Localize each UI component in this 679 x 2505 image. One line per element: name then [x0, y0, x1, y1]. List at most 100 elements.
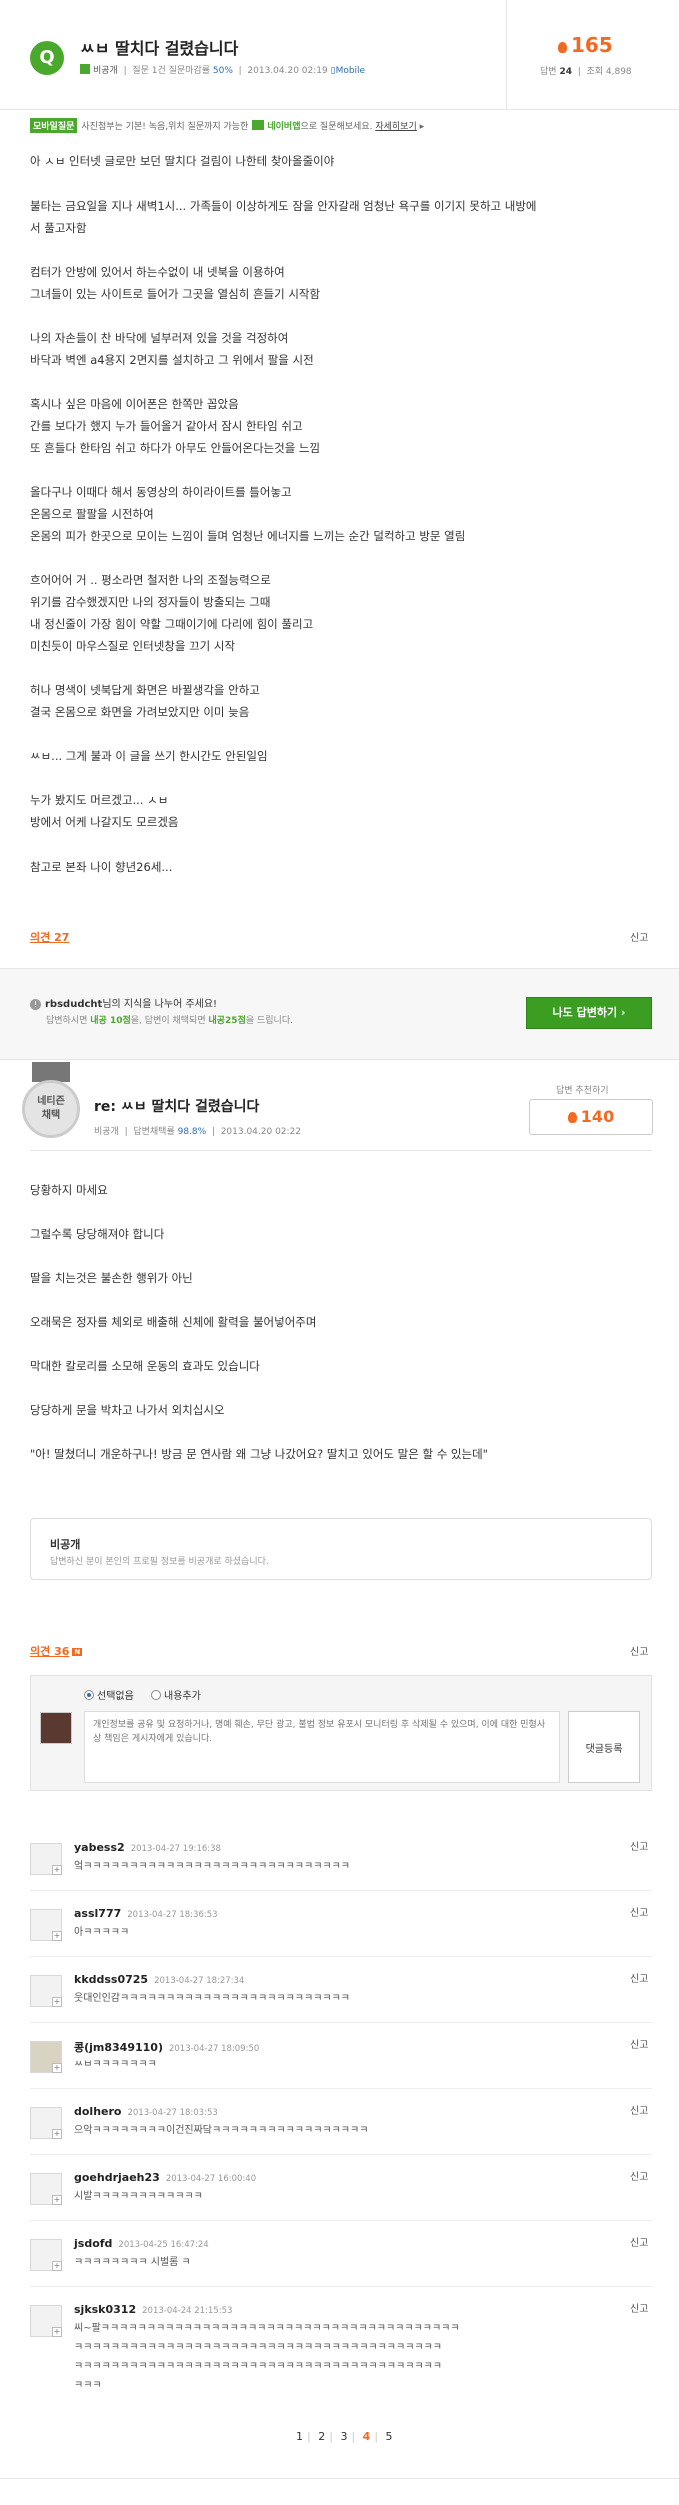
add-friend-icon[interactable]: +: [52, 1997, 62, 2007]
comment-divider: [30, 2286, 652, 2287]
commenter-avatar[interactable]: +: [30, 2107, 62, 2139]
page-link-current[interactable]: 4: [363, 2430, 371, 2443]
view-count: 4,898: [605, 67, 632, 77]
commenter-name[interactable]: yabess2 2013-04-27 19:16:38: [74, 1841, 221, 1854]
comment-date: 2013-04-27 18:27:34: [154, 1976, 245, 1986]
naver-app-link[interactable]: 네이버앱: [267, 122, 300, 132]
comment-report-link[interactable]: 신고: [630, 1970, 648, 1985]
question-body-line: 방에서 어케 나갈지도 모르겠음: [30, 815, 179, 829]
comment-date: 2013-04-27 19:16:38: [130, 1844, 221, 1854]
comment-divider: [30, 2154, 652, 2155]
score-icon: [558, 42, 567, 53]
question-body-line: 누가 봤지도 머르겠고... ㅅㅂ: [30, 793, 169, 807]
comment-report-link[interactable]: 신고: [630, 2102, 648, 2117]
answer-body-line: 막대한 칼로리를 소모해 운동의 효과도 있습니다: [30, 1359, 260, 1373]
adoption-rate: 98.8%: [177, 1127, 207, 1137]
close-rate: 50%: [212, 66, 233, 76]
comment-text: ㅋㅋㅋ: [74, 2380, 102, 2391]
page-link[interactable]: 1: [296, 2430, 303, 2443]
question-badge: Q: [30, 41, 64, 75]
comment-input[interactable]: [84, 1711, 560, 1783]
page-link[interactable]: 3: [340, 2430, 347, 2443]
more-arrow-icon: ▸: [419, 122, 425, 132]
question-meta: 비공개 | 질문 1건 질문마감률 50% | 2013.04.20 02:19…: [80, 63, 365, 76]
commenter-avatar[interactable]: +: [30, 2041, 62, 2073]
question-opinion-link[interactable]: 의견 27: [30, 929, 69, 945]
answer-date: 2013.04.20 02:22: [220, 1127, 302, 1137]
comment-report-link[interactable]: 신고: [630, 1904, 648, 1919]
add-friend-icon[interactable]: +: [52, 1931, 62, 1941]
commenter-name[interactable]: dolhero 2013-04-27 18:03:53: [74, 2105, 218, 2118]
question-report-link[interactable]: 신고: [630, 929, 648, 944]
comment-report-link[interactable]: 신고: [630, 1838, 648, 1853]
answer-prompt-desc: 답변하시면 내공 10점을, 답변이 채택되면 내공25점을 드립니다.: [46, 1016, 293, 1026]
commenter-name[interactable]: 콩(jm8349110) 2013-04-27 18:09:50: [74, 2039, 259, 2055]
commenter-name[interactable]: goehdrjaeh23 2013-04-27 16:00:40: [74, 2171, 256, 2184]
comment-text: ㅋㅋㅋㅋㅋㅋㅋㅋㅋㅋㅋㅋㅋㅋㅋㅋㅋㅋㅋㅋㅋㅋㅋㅋㅋㅋㅋㅋㅋㅋㅋㅋㅋㅋㅋㅋㅋㅋㅋㅋ: [74, 2361, 442, 2372]
commenter-avatar[interactable]: +: [30, 1975, 62, 2007]
answer-title: re: ㅆㅂ 딸치다 걸렸습니다: [94, 1099, 260, 1115]
question-body-line: 온몸으로 팔팔을 시전하여: [30, 507, 154, 521]
comment-report-link[interactable]: 신고: [630, 2036, 648, 2051]
recommend-button[interactable]: 140: [529, 1099, 653, 1135]
commenter-name[interactable]: kkddss0725 2013-04-27 18:27:34: [74, 1973, 244, 1986]
answer-report-link[interactable]: 신고: [630, 1643, 648, 1658]
comment-report-link[interactable]: 신고: [630, 2168, 648, 2183]
comment-report-link[interactable]: 신고: [630, 2300, 648, 2315]
question-body-line: 올다구나 이때다 해서 동영상의 하이라이트를 틀어놓고: [30, 485, 292, 499]
answer-author[interactable]: 비공개: [94, 1127, 119, 1137]
commenter-avatar[interactable]: +: [30, 2305, 62, 2337]
comment-date: 2013-04-27 18:03:53: [127, 2108, 218, 2118]
comment-text: ㅋㅋㅋㅋㅋㅋㅋㅋ 시벌롬 ㅋ: [74, 2257, 191, 2268]
comment-divider: [30, 1956, 652, 1957]
commenter-name[interactable]: assl777 2013-04-27 18:36:53: [74, 1907, 218, 1920]
question-body-line: 참고로 본좌 나이 향년26세...: [30, 860, 173, 874]
bottom-divider: [0, 2478, 679, 2479]
commenter-avatar[interactable]: +: [30, 2239, 62, 2271]
question-body-line: 간를 보다가 했지 누가 들어올거 같아서 잠시 한타임 쉬고: [30, 419, 303, 433]
question-body-line: 결국 온몸으로 화면을 가려보았지만 이미 늦음: [30, 705, 250, 719]
add-friend-icon[interactable]: +: [52, 2129, 62, 2139]
commenter-avatar[interactable]: +: [30, 2173, 62, 2205]
header-divider: [506, 0, 507, 110]
answer-body-line: 당황하지 마세요: [30, 1183, 108, 1197]
comment-text: ㅆㅂㅋㅋㅋㅋㅋㅋㅋ: [74, 2059, 157, 2070]
answer-opinion-link[interactable]: 의견 36 N: [30, 1643, 83, 1659]
add-friend-icon[interactable]: +: [52, 2327, 62, 2337]
question-date: 2013.04.20 02:19: [247, 66, 328, 76]
add-friend-icon[interactable]: +: [52, 2195, 62, 2205]
question-score: 165: [558, 33, 613, 57]
answer-body-line: 그럴수록 당당해져야 합니다: [30, 1227, 165, 1241]
commenter-name[interactable]: sjksk0312 2013-04-24 21:15:53: [74, 2303, 232, 2316]
commenter-name[interactable]: jsdofd 2013-04-25 16:47:24: [74, 2237, 209, 2250]
commenter-avatar[interactable]: +: [30, 1843, 62, 1875]
question-body-line: 불타는 금요일을 지나 새벽1시... 가족들이 이상하게도 잠을 안자갈래 엄…: [30, 199, 537, 213]
commenter-avatar[interactable]: +: [30, 1909, 62, 1941]
answer-meta: 비공개 | 답변채택률 98.8% | 2013.04.20 02:22: [94, 1127, 302, 1137]
page-link[interactable]: 2: [318, 2430, 325, 2443]
comment-divider: [30, 1890, 652, 1891]
add-friend-icon[interactable]: +: [52, 2063, 62, 2073]
question-title: ㅆㅂ 딸치다 걸렸습니다: [80, 39, 239, 58]
private-profile-box: [30, 1518, 652, 1580]
recommend-icon: [567, 1112, 577, 1123]
question-body-line: 내 정신줄이 가장 힘이 약할 그때이기에 다리에 힘이 풀리고: [30, 617, 314, 631]
radio-none[interactable]: [84, 1690, 94, 1700]
comment-report-link[interactable]: 신고: [630, 2234, 648, 2249]
comment-submit-button[interactable]: 댓글등록: [568, 1711, 640, 1783]
answer-body-line: 당당하게 문을 박차고 나가서 외치십시오: [30, 1403, 225, 1417]
add-friend-icon[interactable]: +: [52, 2261, 62, 2271]
radio-add-content[interactable]: [151, 1690, 161, 1700]
answer-body-line: "아! 딸쳤더니 개운하구나! 방금 문 연사람 왜 그냥 나갔어요? 딸치고 …: [30, 1447, 488, 1461]
add-friend-icon[interactable]: +: [52, 1865, 62, 1875]
page-link[interactable]: 5: [386, 2430, 393, 2443]
comment-divider: [30, 2220, 652, 2221]
medal-ribbon: [32, 1062, 70, 1082]
netizen-pick-medal-icon: 네티즌 채택: [22, 1080, 80, 1138]
comment-text: 으악ㅋㅋㅋㅋㅋㅋㅋㅋ이건진짜닼ㅋㅋㅋㅋㅋㅋㅋㅋㅋㅋㅋㅋㅋㅋㅋㅋㅋ: [74, 2125, 369, 2136]
question-author[interactable]: 비공개: [93, 66, 118, 76]
write-answer-button[interactable]: 나도 답변하기 ›: [526, 997, 652, 1029]
question-body-line: 미친듯이 마우스질로 인터넷창을 끄기 시작: [30, 639, 236, 653]
answer-divider: [30, 1150, 652, 1151]
more-info-link[interactable]: 자세히보기: [375, 122, 416, 132]
